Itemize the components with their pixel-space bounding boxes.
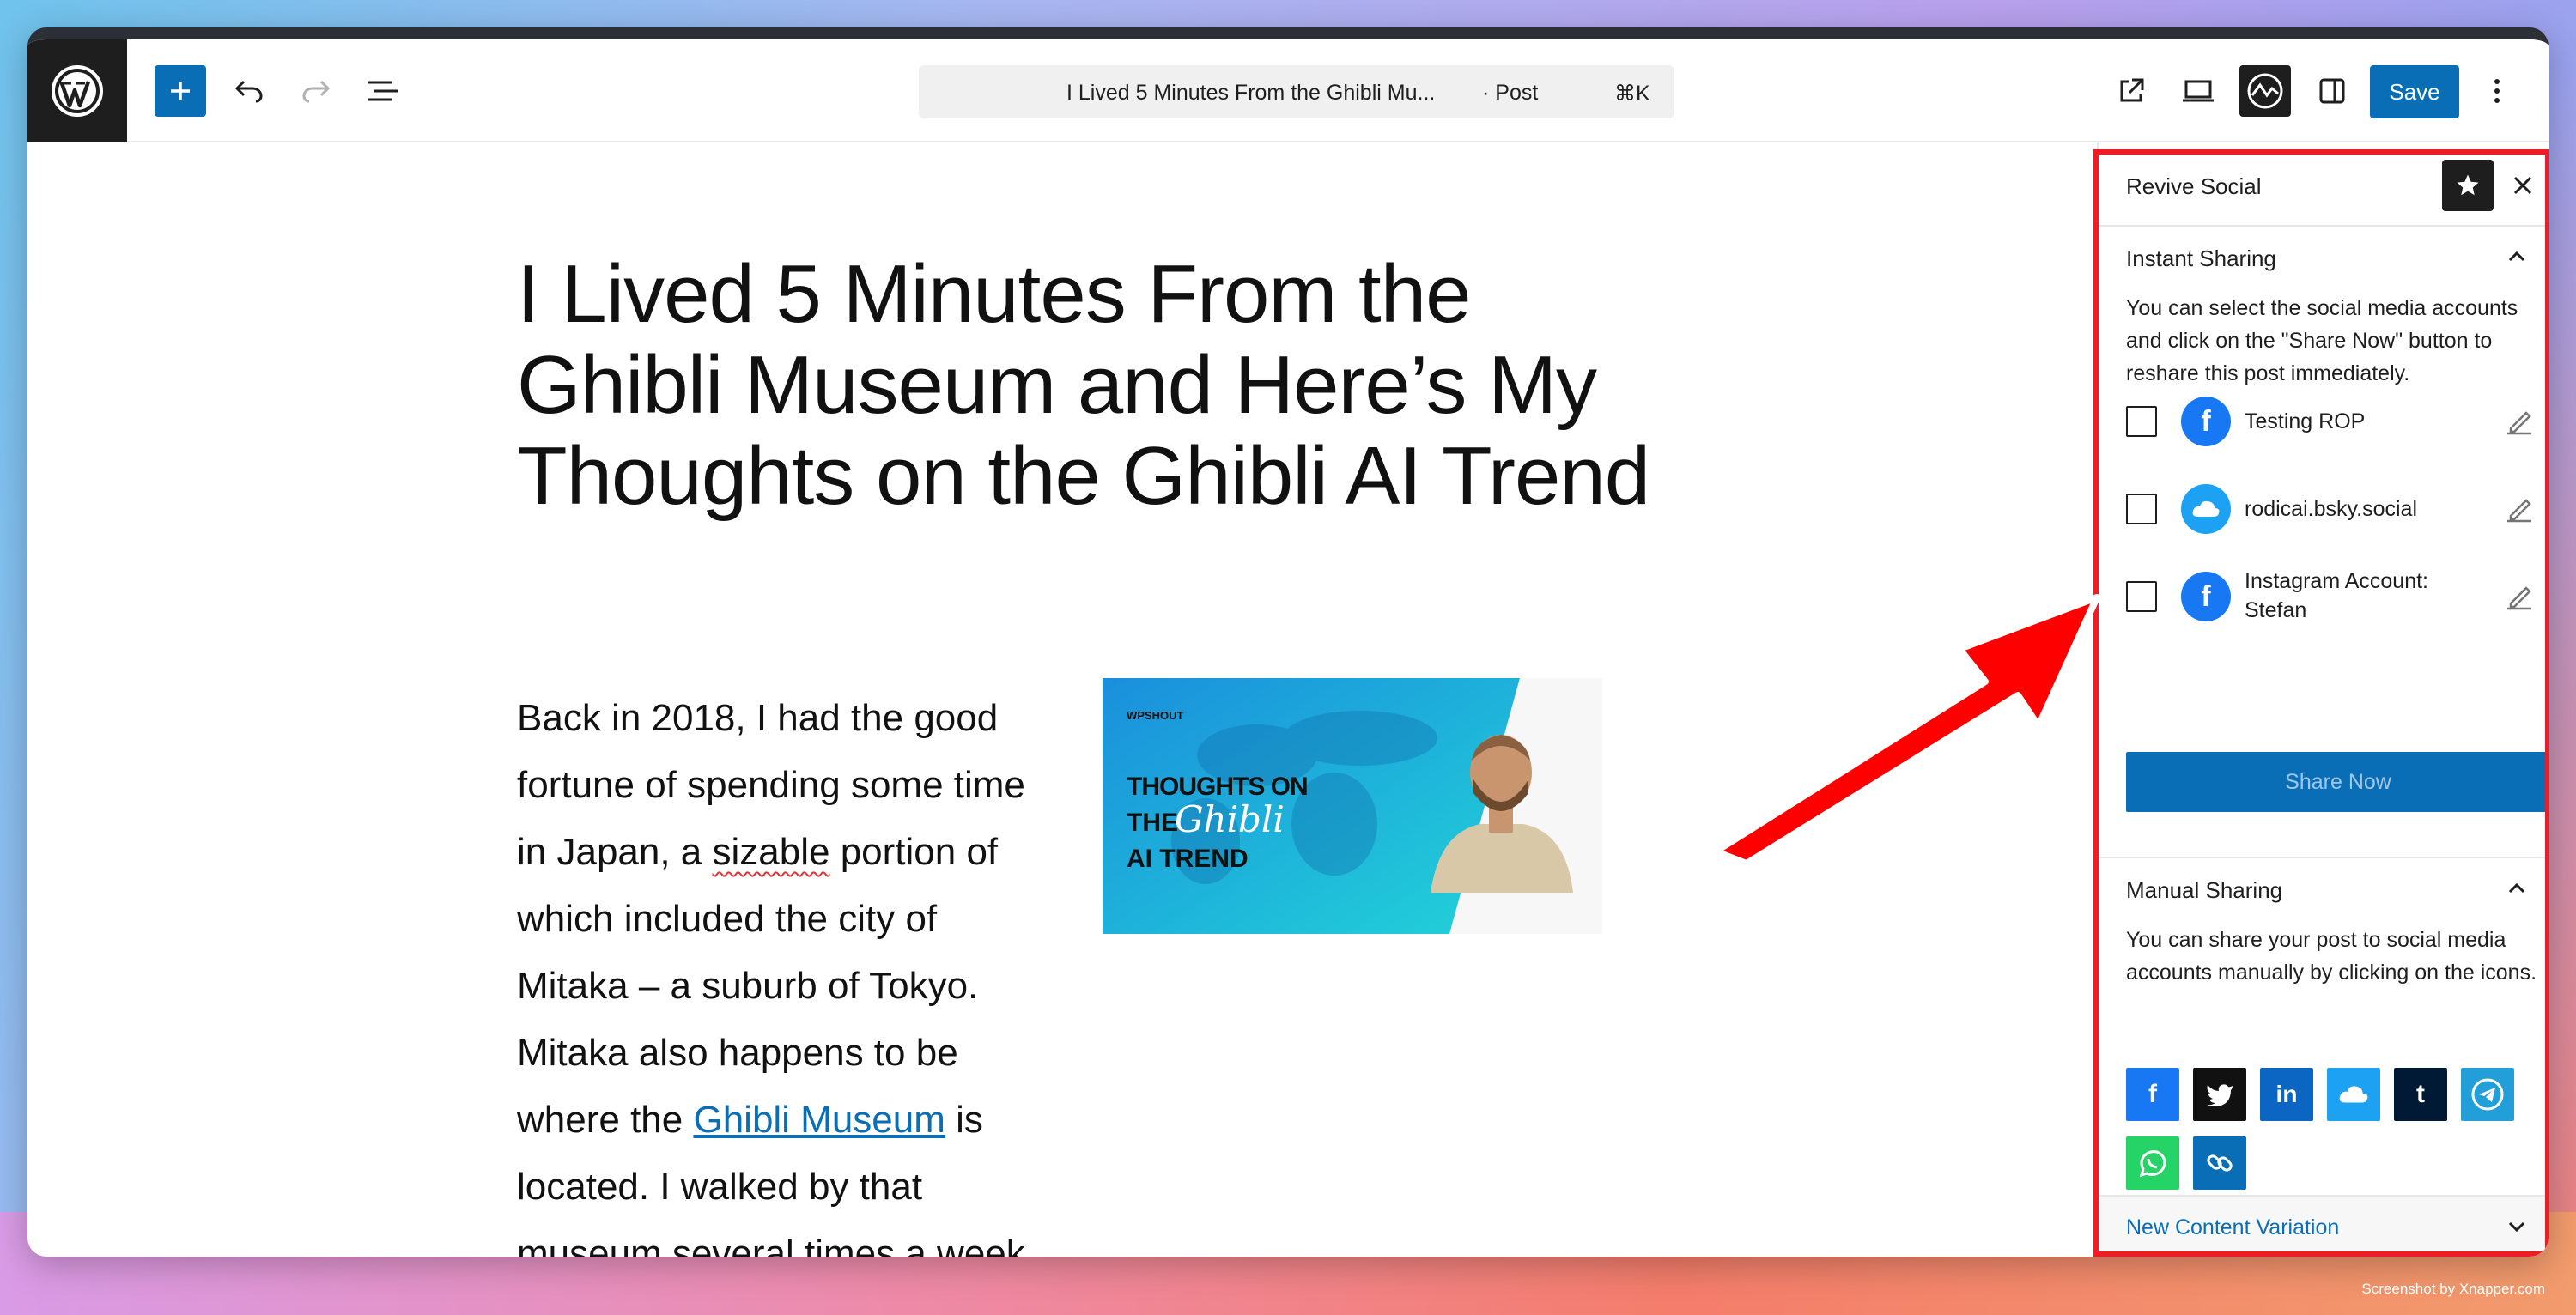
share-tumblr-button[interactable]: t (2394, 1068, 2447, 1121)
wordpress-logo-icon[interactable] (27, 39, 127, 142)
external-link-icon (2120, 78, 2144, 102)
account-name: Instagram Account: Stefan (2245, 569, 2429, 622)
account-checkbox[interactable] (2126, 406, 2157, 437)
account-checkbox[interactable] (2126, 494, 2157, 524)
manual-sharing-toggle[interactable]: Manual Sharing (2099, 858, 2549, 918)
screenshot-credit: Screenshot by Xnapper.com (2361, 1281, 2545, 1297)
instant-sharing-toggle[interactable]: Instant Sharing (2099, 227, 2549, 287)
add-block-button[interactable] (155, 65, 206, 117)
tumblr-icon: t (2416, 1080, 2425, 1108)
document-overview-button[interactable] (357, 65, 409, 117)
spellcheck-word: sizable (712, 831, 830, 873)
image-title-line-3: AI TREND (1127, 845, 1249, 873)
facebook-icon: f (2181, 572, 2231, 621)
account-row[interactable]: rodicai.bsky.social (2126, 479, 2538, 539)
save-button[interactable]: Save (2370, 65, 2459, 118)
account-row[interactable]: f Testing ROP (2126, 391, 2538, 451)
redo-button[interactable] (290, 65, 342, 117)
paragraph-text-2: portion of which included the city of Mi… (517, 831, 999, 1141)
undo-icon (234, 80, 263, 103)
telegram-icon (2471, 1078, 2504, 1111)
whatsapp-icon (2139, 1150, 2166, 1178)
featured-image[interactable]: WPSHOUT THOUGHTS ON THE Ghibli AI TREND (1103, 678, 1602, 934)
account-name: Testing ROP (2245, 409, 2366, 433)
close-sidebar-button[interactable] (2506, 167, 2540, 204)
image-title-line-2: THE (1127, 809, 1178, 837)
facebook-icon: f (2148, 1080, 2157, 1108)
post-title[interactable]: I Lived 5 Minutes From the Ghibli Museum… (517, 249, 1650, 522)
account-name: rodicai.bsky.social (2245, 497, 2418, 521)
chevron-down-icon (2508, 1221, 2525, 1233)
plus-icon (171, 82, 190, 100)
share-linkedin-button[interactable]: in (2260, 1068, 2313, 1121)
share-twitter-button[interactable] (2193, 1068, 2246, 1121)
top-toolbar: I Lived 5 Minutes From the Ghibli Mu... … (27, 39, 2549, 142)
editor-window: I Lived 5 Minutes From the Ghibli Mu... … (27, 27, 2549, 1257)
post-type-label: · Post (1482, 81, 1539, 105)
instant-sharing-description: You can select the social media accounts… (2126, 296, 2518, 385)
sidebar-title: Revive Social (2126, 173, 2262, 199)
view-post-button[interactable] (2105, 65, 2157, 117)
more-options-button[interactable] (2480, 65, 2514, 117)
preview-button[interactable] (2172, 65, 2224, 117)
undo-button[interactable] (223, 65, 275, 117)
account-checkbox[interactable] (2126, 581, 2157, 612)
sidebar-toggle-icon (2319, 78, 2345, 104)
share-bluesky-button[interactable] (2327, 1068, 2380, 1121)
bluesky-icon (2181, 484, 2231, 534)
share-facebook-button[interactable]: f (2126, 1068, 2179, 1121)
edit-message-icon[interactable] (2504, 494, 2535, 524)
command-palette-bar[interactable]: I Lived 5 Minutes From the Ghibli Mu... … (919, 65, 1674, 118)
sidebar-header: Revive Social (2099, 142, 2549, 227)
chevron-up-icon (2508, 882, 2525, 894)
share-now-button[interactable]: Share Now (2126, 752, 2549, 812)
twitter-bird-icon (2207, 1084, 2233, 1106)
revive-social-plugin-button[interactable] (2239, 65, 2291, 117)
copy-link-button[interactable] (2193, 1136, 2246, 1190)
account-row[interactable]: f Instagram Account: Stefan (2126, 567, 2538, 627)
new-content-variation-toggle[interactable]: New Content Variation (2099, 1195, 2549, 1257)
settings-sidebar-button[interactable] (2306, 65, 2358, 117)
manual-sharing-label: Manual Sharing (2126, 877, 2283, 903)
link-icon (2207, 1154, 2233, 1172)
facebook-icon: f (2181, 397, 2231, 446)
pin-favorite-button[interactable] (2442, 160, 2494, 211)
image-title-line-1: THOUGHTS ON (1127, 773, 1309, 801)
shortcut-hint: ⌘K (1614, 82, 1650, 106)
list-view-icon (368, 81, 398, 101)
chevron-up-icon (2508, 251, 2525, 262)
vertical-dots-icon (2494, 79, 2500, 103)
close-icon (2513, 176, 2532, 195)
document-title: I Lived 5 Minutes From the Ghibli Mu... (1066, 81, 1436, 105)
wpshout-brand: WPSHOUT (1127, 709, 1184, 722)
redo-icon (302, 80, 331, 103)
desktop-icon (2183, 80, 2214, 102)
instant-sharing-label: Instant Sharing (2126, 245, 2276, 271)
revive-social-logo-icon (2247, 73, 2283, 109)
manual-sharing-description: You can share your post to social media … (2126, 928, 2537, 985)
annotation-arrow-icon (1712, 594, 2100, 867)
ghibli-museum-link[interactable]: Ghibli Museum (693, 1099, 945, 1141)
bluesky-cloud-icon (2339, 1086, 2368, 1103)
new-content-variation-label: New Content Variation (2126, 1215, 2340, 1239)
revive-social-sidebar: Revive Social Instant Sharing You can se… (2097, 142, 2549, 1257)
edit-message-icon[interactable] (2504, 581, 2535, 612)
share-telegram-button[interactable] (2461, 1068, 2514, 1121)
edit-message-icon[interactable] (2504, 406, 2535, 437)
star-icon (2457, 174, 2479, 196)
image-script-word: Ghibli (1175, 798, 1285, 840)
post-paragraph[interactable]: Back in 2018, I had the good fortune of … (517, 685, 1049, 1257)
linkedin-icon: in (2275, 1081, 2298, 1107)
share-whatsapp-button[interactable] (2126, 1136, 2179, 1190)
